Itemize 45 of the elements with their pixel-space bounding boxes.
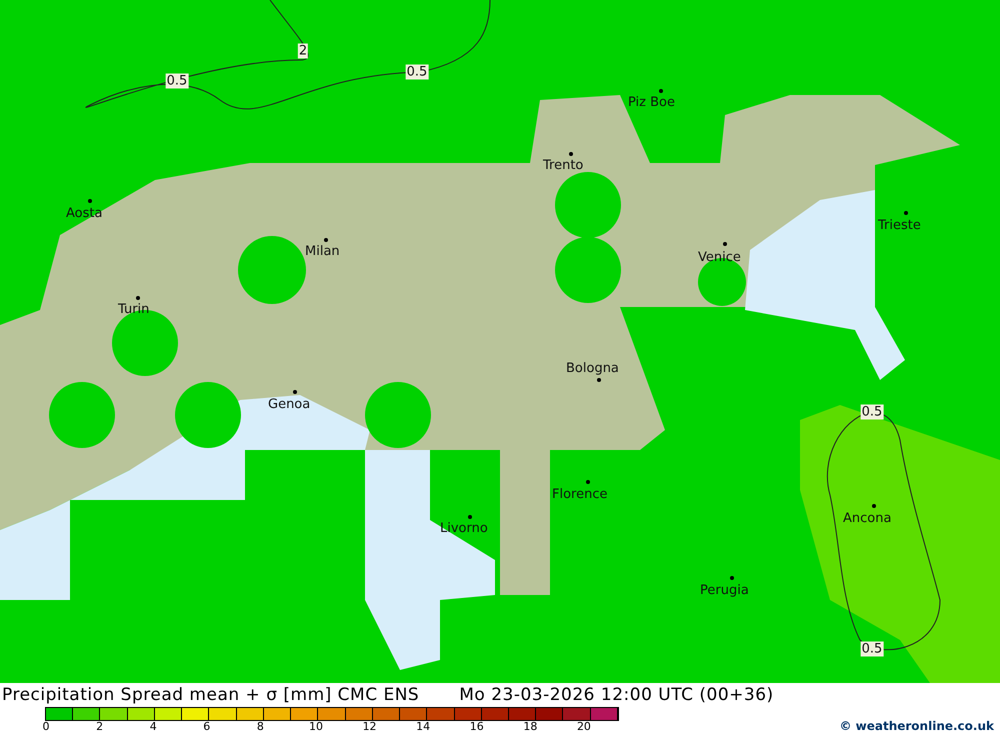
contour-value-label: 0.5 [406,64,428,80]
city-label: Trento [543,158,584,173]
legend-tick-label: 2 [95,721,104,733]
legend-tick-label: 12 [362,721,373,733]
city-label: Genoa [268,397,310,412]
city-dot-icon [872,504,876,508]
legend-tick-label: 6 [202,721,212,733]
city-label: Milan [305,244,340,259]
city-label: Trieste [878,218,921,233]
contour-value-label: 0.5 [166,74,188,88]
city-dot-icon [468,515,472,519]
city-dot-icon [324,238,328,242]
precipitation-area [238,236,306,304]
forecast-datetime: Mo 23-03-2026 12:00 UTC (00+36) [459,685,774,705]
legend-tick-label: 4 [148,721,158,733]
city-dot-icon [659,89,663,93]
city-dot-icon [904,211,908,215]
city-label: Livorno [440,521,488,536]
city-label: Turin [118,302,150,317]
credit-link[interactable]: © weatheronline.co.uk [839,719,994,733]
city-label: Perugia [700,583,749,598]
city-label: Bologna [566,361,619,376]
contour-value-label: 0.5 [860,642,884,656]
city-dot-icon [730,576,734,580]
legend-tick-label: 0 [42,721,50,733]
precipitation-area [175,382,241,448]
city-dot-icon [136,296,140,300]
city-label: Piz Boe [628,95,675,110]
precipitation-area [555,237,621,303]
city-dot-icon [569,152,573,156]
legend-tick-label: 8 [256,721,265,733]
city-label: Florence [552,487,608,502]
contour-value-label: 0.5 [860,404,884,420]
city-dot-icon [597,378,601,382]
city-dot-icon [293,390,297,394]
city-label: Venice [698,250,741,265]
precipitation-area [365,382,431,448]
contour-value-label: 2 [298,44,308,58]
map-title: Precipitation Spread mean + σ [mm] CMC ENS [2,685,420,705]
city-dot-icon [88,199,92,203]
city-dot-icon [586,480,590,484]
city-label: Ancona [843,511,892,526]
precipitation-area [49,382,115,448]
city-dot-icon [723,242,727,246]
precipitation-area [555,172,621,238]
